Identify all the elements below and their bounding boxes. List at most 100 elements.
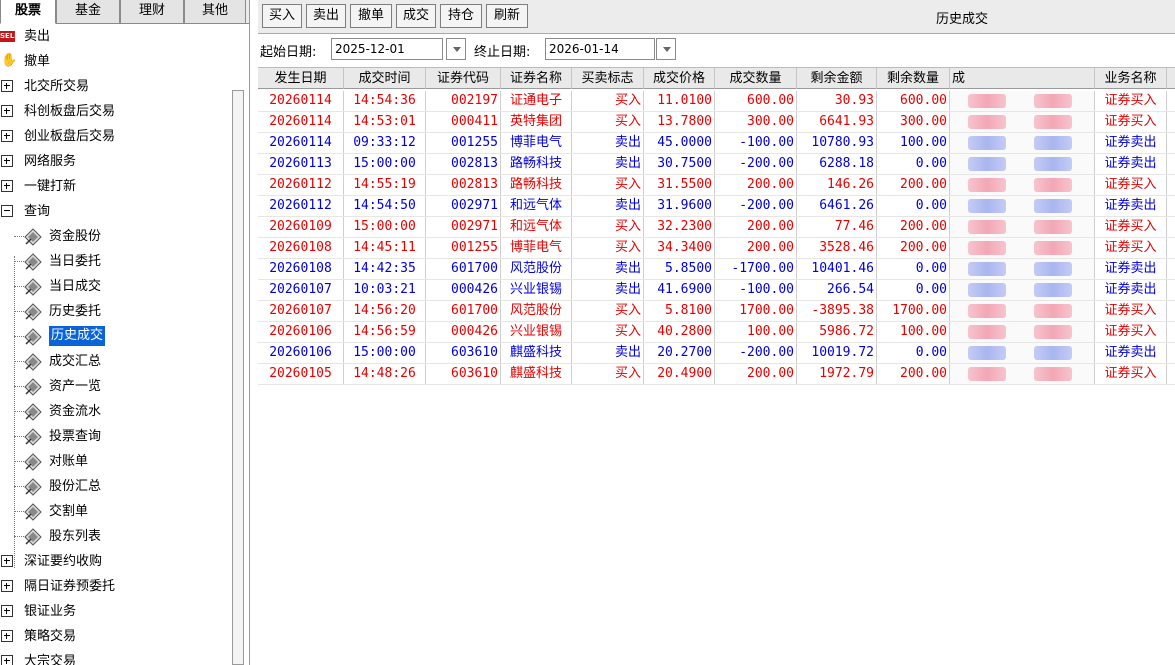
end-date-label: 终止日期: [474, 45, 531, 60]
table-row[interactable]: 20260114 14:54:36 002197 证通电子 买入 11.0100 600.0… [258, 91, 1175, 112]
sidebar-item-12[interactable]: 历史成交 [0, 324, 232, 349]
expand-icon[interactable] [1, 555, 13, 567]
sidebar-item-label: 当日委托 [49, 254, 102, 269]
cell-code: 000426 [426, 280, 501, 300]
cell-biz: 证券买入 [1095, 91, 1167, 111]
sidebar-item-10[interactable]: 当日成交 [0, 274, 232, 299]
start-date-dropdown-icon[interactable] [446, 38, 466, 60]
positions-button[interactable]: 持仓 [440, 4, 482, 28]
refresh-button[interactable]: 刷新 [486, 4, 528, 28]
cell-amount: 266.54 [797, 280, 877, 300]
sidebar-item-21[interactable]: 深证要约收购 [0, 549, 232, 574]
sidebar-item-23[interactable]: 银证业务 [0, 599, 232, 624]
table-row[interactable]: 20260112 14:54:50 002971 和远气体 卖出 31.9600 -200.… [258, 196, 1175, 217]
sidebar-item-22[interactable]: 隔日证券预委托 [0, 574, 232, 599]
cell-qty: -100.00 [715, 280, 797, 300]
cell-date: 20260108 [258, 259, 344, 279]
table-row[interactable]: 20260106 15:00:00 603610 麒盛科技 卖出 20.2700 -200.… [258, 343, 1175, 364]
expand-icon[interactable] [1, 155, 13, 167]
sidebar-item-5[interactable]: 网络服务 [0, 149, 232, 174]
end-date-dropdown-icon[interactable] [656, 38, 676, 60]
column-header-10[interactable]: 业务名称 [1095, 68, 1167, 89]
expand-icon[interactable] [1, 105, 13, 117]
sidebar-item-0[interactable]: SELL 卖出 [0, 24, 232, 49]
sidebar-item-3[interactable]: 科创板盘后交易 [0, 99, 232, 124]
tab-fund[interactable]: 基金 [56, 0, 120, 24]
column-header-3[interactable]: 证券名称 [501, 68, 572, 89]
table-row[interactable]: 20260114 14:53:01 000411 英特集团 买入 13.7800 300.0… [258, 112, 1175, 133]
expand-icon[interactable] [1, 180, 13, 192]
column-header-4[interactable]: 买卖标志 [572, 68, 644, 89]
sidebar-item-4[interactable]: 创业板盘后交易 [0, 124, 232, 149]
table-row[interactable]: 20260109 15:00:00 002971 和远气体 买入 32.2300 200.0… [258, 217, 1175, 238]
expand-icon[interactable] [1, 580, 13, 592]
sidebar-item-25[interactable]: 大宗交易 [0, 649, 232, 665]
start-date-field[interactable]: 2025-12-01 [331, 38, 443, 60]
expand-icon[interactable] [1, 605, 13, 617]
sidebar-item-6[interactable]: 一键打新 [0, 174, 232, 199]
sidebar-item-17[interactable]: 对账单 [0, 449, 232, 474]
column-header-7[interactable]: 剩余金额 [797, 68, 877, 89]
sell-button[interactable]: 卖出 [306, 4, 346, 28]
cell-redacted [950, 322, 1095, 342]
collapse-icon[interactable] [1, 205, 13, 217]
end-date-field[interactable]: 2026-01-14 [545, 38, 655, 60]
sidebar-item-label: 网络服务 [24, 154, 77, 169]
column-header-1[interactable]: 成交时间 [344, 68, 426, 89]
deals-button[interactable]: 成交 [396, 4, 436, 28]
table-row[interactable]: 20260108 14:45:11 001255 博菲电气 买入 34.3400 200.0… [258, 238, 1175, 259]
sidebar-item-7[interactable]: 查询 [0, 199, 232, 224]
table-row[interactable]: 20260105 14:48:26 603610 麒盛科技 买入 20.4900 200.0… [258, 364, 1175, 385]
sidebar-item-11[interactable]: 历史委托 [0, 299, 232, 324]
column-header-6[interactable]: 成交数量 [715, 68, 797, 89]
sidebar-item-1[interactable]: ✋ 撤单 [0, 49, 232, 74]
redacted-blur [968, 367, 1006, 381]
table-row[interactable]: 20260114 09:33:12 001255 博菲电气 卖出 45.0000 -100.… [258, 133, 1175, 154]
sidebar-item-8[interactable]: 资金股份 [0, 224, 232, 249]
sidebar-item-14[interactable]: 资产一览 [0, 374, 232, 399]
redacted-blur [968, 136, 1006, 150]
cell-time: 14:56:20 [344, 301, 426, 321]
cell-time: 15:00:00 [344, 154, 426, 174]
buy-button[interactable]: 买入 [262, 4, 302, 28]
sidebar-item-16[interactable]: 投票查询 [0, 424, 232, 449]
window-title: 历史成交 [936, 12, 989, 27]
column-header-0[interactable]: 发生日期 [258, 68, 344, 89]
cell-amount: 1972.79 [797, 364, 877, 384]
sidebar-item-18[interactable]: 股份汇总 [0, 474, 232, 499]
diamond-icon [24, 478, 42, 496]
table-row[interactable]: 20260113 15:00:00 002813 路畅科技 卖出 30.7500 -200.… [258, 154, 1175, 175]
sidebar-item-24[interactable]: 策略交易 [0, 624, 232, 649]
column-header-5[interactable]: 成交价格 [644, 68, 715, 89]
sidebar-item-2[interactable]: 北交所交易 [0, 74, 232, 99]
sidebar-item-20[interactable]: 股东列表 [0, 524, 232, 549]
sidebar-item-9[interactable]: 当日委托 [0, 249, 232, 274]
cell-remain: 0.00 [877, 196, 950, 216]
table-row[interactable]: 20260112 14:55:19 002813 路畅科技 买入 31.5500 200.0… [258, 175, 1175, 196]
column-header-8[interactable]: 剩余数量 [877, 68, 950, 89]
tab-other[interactable]: 其他 [184, 0, 246, 24]
table-row[interactable]: 20260107 10:03:21 000426 兴业银锡 卖出 41.6900 -100.… [258, 280, 1175, 301]
tab-wealth[interactable]: 理财 [120, 0, 184, 24]
expand-icon[interactable] [1, 80, 13, 92]
sidebar-item-19[interactable]: 交割单 [0, 499, 232, 524]
column-header-2[interactable]: 证券代码 [426, 68, 501, 89]
sidebar-scrollbar[interactable] [232, 90, 244, 665]
expand-icon[interactable] [1, 130, 13, 142]
cancel-order-button[interactable]: 撤单 [350, 4, 392, 28]
sidebar-item-15[interactable]: 资金流水 [0, 399, 232, 424]
cell-side: 买入 [572, 301, 644, 321]
sidebar-item-13[interactable]: 成交汇总 [0, 349, 232, 374]
table-row[interactable]: 20260108 14:42:35 601700 风范股份 卖出 5.8500 -1700.… [258, 259, 1175, 280]
tab-stock[interactable]: 股票 [0, 0, 56, 24]
column-header-9[interactable]: 成 [950, 68, 1095, 89]
expand-icon[interactable] [1, 655, 13, 665]
sidebar-item-label: 当日成交 [49, 279, 102, 294]
cell-code: 000411 [426, 112, 501, 132]
redacted-blur [968, 325, 1006, 339]
expand-icon[interactable] [1, 630, 13, 642]
cell-date: 20260107 [258, 301, 344, 321]
table-row[interactable]: 20260106 14:56:59 000426 兴业银锡 买入 40.2800 100.0… [258, 322, 1175, 343]
sidebar-item-label: 撤单 [24, 54, 51, 69]
table-row[interactable]: 20260107 14:56:20 601700 风范股份 买入 5.8100 1700.0… [258, 301, 1175, 322]
